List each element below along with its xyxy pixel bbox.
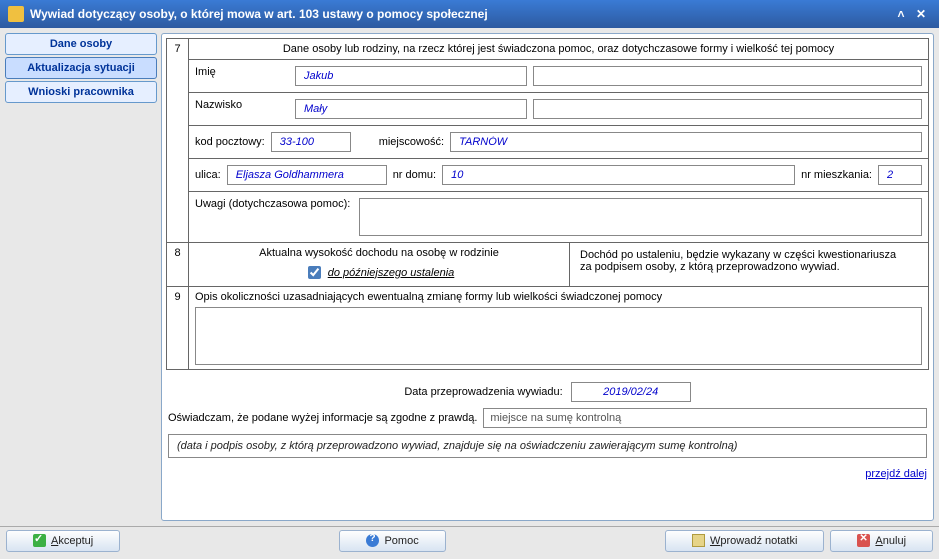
help-button[interactable]: Pomoc xyxy=(339,530,445,552)
field-checksum[interactable]: miejsce na sumę kontrolną xyxy=(483,408,927,428)
sidebar-tab-aktualizacja[interactable]: Aktualizacja sytuacji xyxy=(5,57,157,79)
help-icon xyxy=(366,534,379,547)
footer: Akceptuj Pomoc Wprowadź notatki Anuluj xyxy=(0,526,939,554)
section7-number: 7 xyxy=(167,39,189,243)
field-nrdomu[interactable] xyxy=(442,165,795,185)
form-table: 7 Dane osoby lub rodziny, na rzecz które… xyxy=(166,38,929,370)
app-icon xyxy=(8,6,24,22)
field-imie[interactable] xyxy=(295,66,527,86)
field-uwagi[interactable] xyxy=(359,198,922,236)
field-date[interactable]: 2019/02/24 xyxy=(571,382,691,402)
label-ulica: ulica: xyxy=(195,169,221,181)
label-kod: kod pocztowy: xyxy=(195,136,265,148)
sidebar-tab-wnioski[interactable]: Wnioski pracownika xyxy=(5,81,157,103)
label-miejscowosc: miejscowość: xyxy=(379,136,444,148)
cancel-button[interactable]: Anuluj xyxy=(830,530,933,552)
field-miejscowosc[interactable] xyxy=(450,132,922,152)
signature-note: (data i podpis osoby, z którą przeprowad… xyxy=(168,434,927,458)
section7-header: Dane osoby lub rodziny, na rzecz której … xyxy=(189,39,929,60)
accept-button[interactable]: Akceptuj xyxy=(6,530,120,552)
next-link[interactable]: przejdź dalej xyxy=(865,468,927,480)
titlebar: Wywiad dotyczący osoby, o której mowa w … xyxy=(0,0,939,28)
checkbox-later[interactable] xyxy=(308,266,321,279)
main-panel: 7 Dane osoby lub rodziny, na rzecz które… xyxy=(161,33,934,521)
section8-number: 8 xyxy=(167,243,189,287)
label-nrm: nr mieszkania: xyxy=(801,169,872,181)
notes-button[interactable]: Wprowadź notatki xyxy=(665,530,824,552)
field-ulica[interactable] xyxy=(227,165,387,185)
section8-right-text: Dochód po ustaleniu, będzie wykazany w c… xyxy=(576,247,922,275)
section9-textarea[interactable] xyxy=(195,307,922,365)
minimize-icon[interactable]: ˄ xyxy=(891,7,911,21)
close-icon[interactable]: ✕ xyxy=(911,7,931,21)
label-date: Data przeprowadzenia wywiadu: xyxy=(404,386,562,398)
declaration-text: Oświadczam, że podane wyżej informacje s… xyxy=(168,412,477,424)
section8-left-label: Aktualna wysokość dochodu na osobę w rod… xyxy=(195,247,563,259)
cancel-icon xyxy=(857,534,870,547)
field-nrm[interactable] xyxy=(878,165,922,185)
check-icon xyxy=(33,534,46,547)
notes-icon xyxy=(692,534,705,547)
sidebar-tab-dane-osoby[interactable]: Dane osoby xyxy=(5,33,157,55)
section9-number: 9 xyxy=(167,287,189,370)
checkbox-later-label: do późniejszego ustalenia xyxy=(328,267,455,279)
field-imie2[interactable] xyxy=(533,66,922,86)
sidebar: Dane osoby Aktualizacja sytuacji Wnioski… xyxy=(5,33,157,521)
window-title: Wywiad dotyczący osoby, o której mowa w … xyxy=(30,7,891,21)
label-imie: Imię xyxy=(195,66,289,86)
label-uwagi: Uwagi (dotychczasowa pomoc): xyxy=(195,198,353,210)
field-nazwisko2[interactable] xyxy=(533,99,922,119)
section9-header: Opis okoliczności uzasadniających ewentu… xyxy=(195,291,922,303)
field-kod[interactable] xyxy=(271,132,351,152)
label-nrdomu: nr domu: xyxy=(393,169,436,181)
field-nazwisko[interactable] xyxy=(295,99,527,119)
label-nazwisko: Nazwisko xyxy=(195,99,289,119)
